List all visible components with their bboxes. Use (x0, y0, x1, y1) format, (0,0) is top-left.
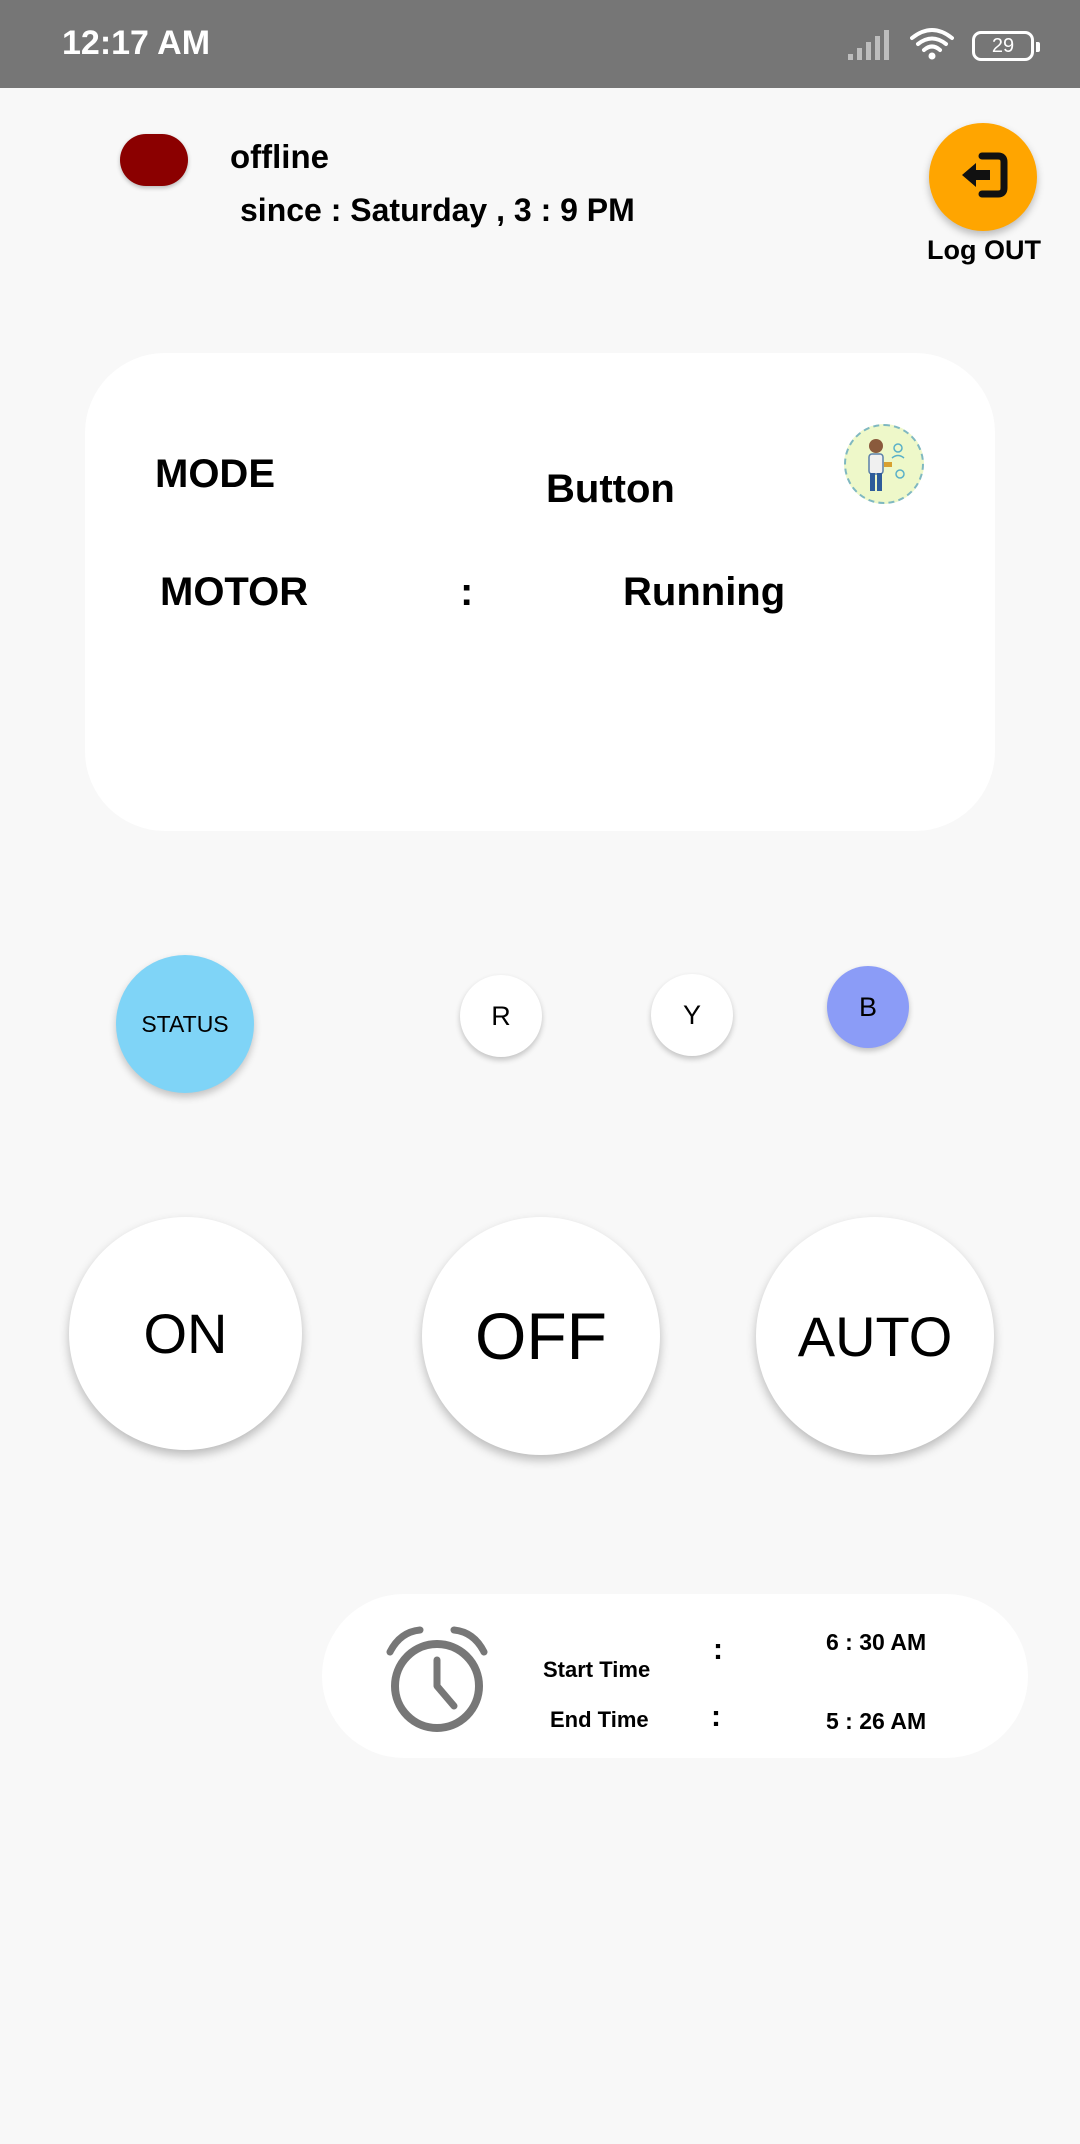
connection-indicator (120, 134, 188, 186)
signal-icon (848, 28, 892, 65)
on-button[interactable]: ON (69, 1217, 302, 1450)
logout-button[interactable] (929, 123, 1037, 231)
start-time-value: 6 : 30 AM (826, 1629, 927, 1655)
status-button[interactable]: STATUS (116, 955, 254, 1093)
logout-label[interactable]: Log OUT (920, 235, 1048, 266)
mode-label: MODE (155, 452, 275, 496)
end-time-separator: : (711, 1700, 721, 1733)
off-button-label: OFF (475, 1299, 607, 1373)
status-icons: 29 (848, 26, 1040, 66)
phase-y-label: Y (682, 999, 701, 1030)
status-bar: 12:17 AM 29 (0, 0, 1080, 88)
connection-state: offline (230, 138, 329, 175)
end-time-value: 5 : 26 AM (826, 1708, 927, 1734)
offline-since-label: since : Saturday , 3 : 9 PM (240, 192, 635, 228)
wifi-icon (910, 27, 954, 66)
off-button[interactable]: OFF (422, 1217, 660, 1455)
auto-button[interactable]: AUTO (756, 1217, 994, 1455)
phase-r-label: R (491, 1000, 511, 1031)
battery-level: 29 (991, 34, 1015, 57)
motor-separator: : (460, 570, 474, 614)
alarm-clock-icon[interactable] (378, 1622, 496, 1740)
on-button-label: ON (143, 1302, 228, 1365)
technician-avatar-icon[interactable] (844, 424, 924, 504)
status-label: STATUS (141, 1010, 229, 1037)
start-time-label: Start Time (543, 1657, 651, 1682)
logout-icon (958, 152, 1008, 203)
phase-r-indicator: R (460, 975, 542, 1057)
auto-button-label: AUTO (797, 1304, 953, 1368)
motor-label: MOTOR (160, 570, 309, 614)
start-time-separator: : (713, 1633, 723, 1666)
phase-b-indicator: B (827, 966, 909, 1048)
battery-icon: 29 (972, 31, 1040, 61)
phase-b-label: B (858, 991, 877, 1022)
end-time-label: End Time (550, 1707, 649, 1732)
status-time: 12:17 AM (62, 24, 211, 62)
motor-value: Running (623, 570, 786, 614)
mode-value: Button (546, 467, 675, 511)
phase-y-indicator: Y (651, 974, 733, 1056)
